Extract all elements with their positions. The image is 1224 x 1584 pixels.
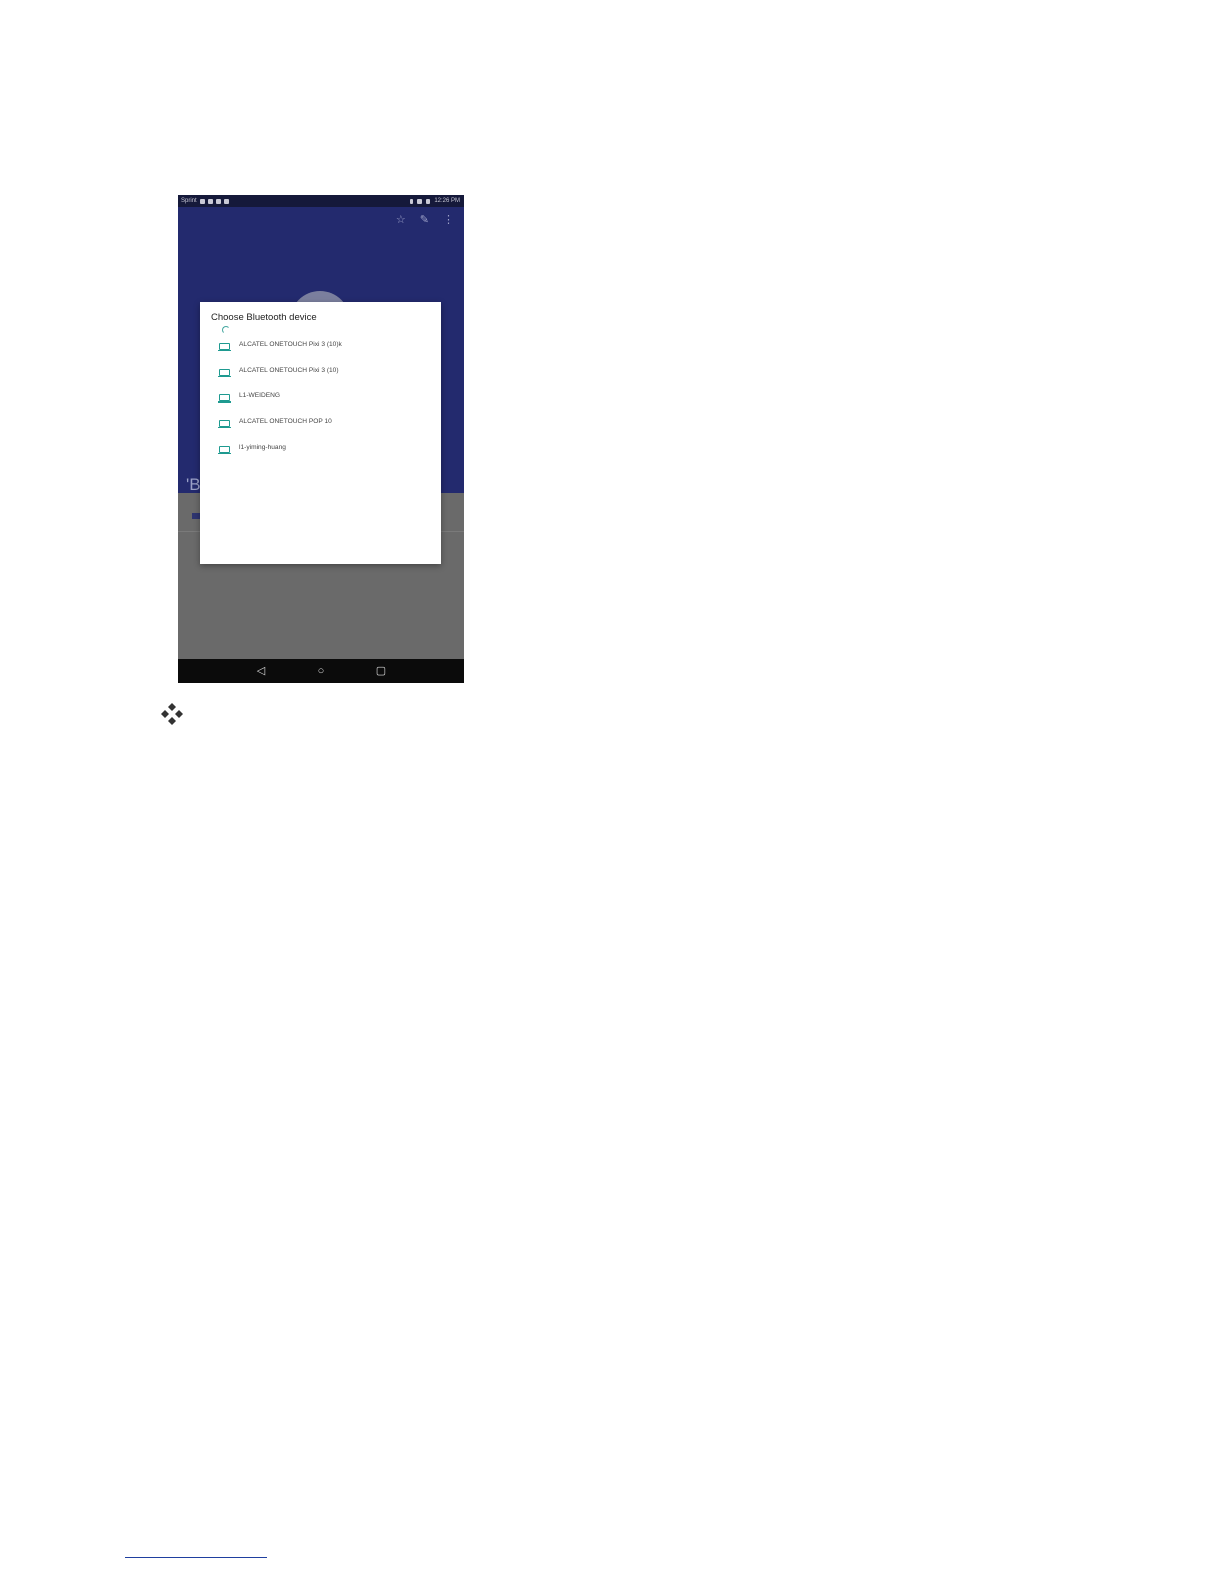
more-icon[interactable]: ⋮ bbox=[443, 213, 454, 226]
image-notification-icon bbox=[207, 198, 213, 204]
edit-icon[interactable]: ✎ bbox=[420, 213, 429, 226]
status-right: 12:26 PM bbox=[410, 195, 460, 207]
device-name: ALCATEL ONETOUCH Pixi 3 (10) bbox=[239, 366, 339, 374]
device-item[interactable]: ALCATEL ONETOUCH Pixi 3 (10)k bbox=[200, 340, 441, 366]
carrier-label: Sprint bbox=[181, 198, 197, 204]
signal-icon bbox=[417, 198, 423, 204]
device-item[interactable]: l1-yiming-huang bbox=[200, 443, 441, 469]
home-notification-icon bbox=[199, 198, 205, 204]
device-list: ALCATEL ONETOUCH Pixi 3 (10)k ALCATEL ON… bbox=[200, 340, 441, 468]
navigation-bar: ◁ ○ ▢ bbox=[178, 659, 464, 683]
app-bar-actions: ☆ ✎ ⋮ bbox=[396, 213, 454, 226]
battery-icon bbox=[426, 198, 431, 204]
laptop-icon bbox=[217, 343, 231, 352]
bluetooth-icon bbox=[410, 198, 414, 204]
dialog-title: Choose Bluetooth device bbox=[211, 312, 317, 323]
contact-name-initial: 'B bbox=[186, 475, 201, 494]
status-bar: Sprint 12:26 PM bbox=[178, 195, 464, 207]
device-item[interactable]: ALCATEL ONETOUCH Pixi 3 (10) bbox=[200, 366, 441, 392]
diamond-bullet-icon bbox=[161, 703, 183, 725]
home-icon[interactable]: ○ bbox=[314, 659, 328, 683]
phone-screenshot: Sprint 12:26 PM ☆ ✎ ⋮ 'B Choose Bluetoot… bbox=[178, 195, 464, 683]
status-left: Sprint bbox=[181, 195, 229, 207]
laptop-icon bbox=[217, 394, 231, 403]
clock: 12:26 PM bbox=[434, 198, 460, 204]
scanning-spinner-icon bbox=[222, 326, 230, 334]
recents-icon[interactable]: ▢ bbox=[374, 659, 388, 683]
device-item[interactable]: ALCATEL ONETOUCH POP 10 bbox=[200, 417, 441, 443]
device-item[interactable]: L1-WEIDENG bbox=[200, 391, 441, 417]
photo-notification-icon bbox=[215, 198, 221, 204]
laptop-icon bbox=[217, 368, 231, 377]
laptop-icon bbox=[217, 445, 231, 454]
footnote-separator bbox=[125, 1557, 267, 1558]
device-name: ALCATEL ONETOUCH POP 10 bbox=[239, 418, 332, 426]
back-icon[interactable]: ◁ bbox=[254, 659, 268, 683]
chat-notification-icon bbox=[223, 198, 229, 204]
laptop-icon bbox=[217, 420, 231, 429]
star-icon[interactable]: ☆ bbox=[396, 213, 406, 226]
bluetooth-device-dialog: Choose Bluetooth device ALCATEL ONETOUCH… bbox=[200, 302, 441, 564]
device-name: L1-WEIDENG bbox=[239, 392, 281, 400]
device-name: ALCATEL ONETOUCH Pixi 3 (10)k bbox=[239, 341, 342, 348]
device-name: l1-yiming-huang bbox=[239, 443, 286, 451]
